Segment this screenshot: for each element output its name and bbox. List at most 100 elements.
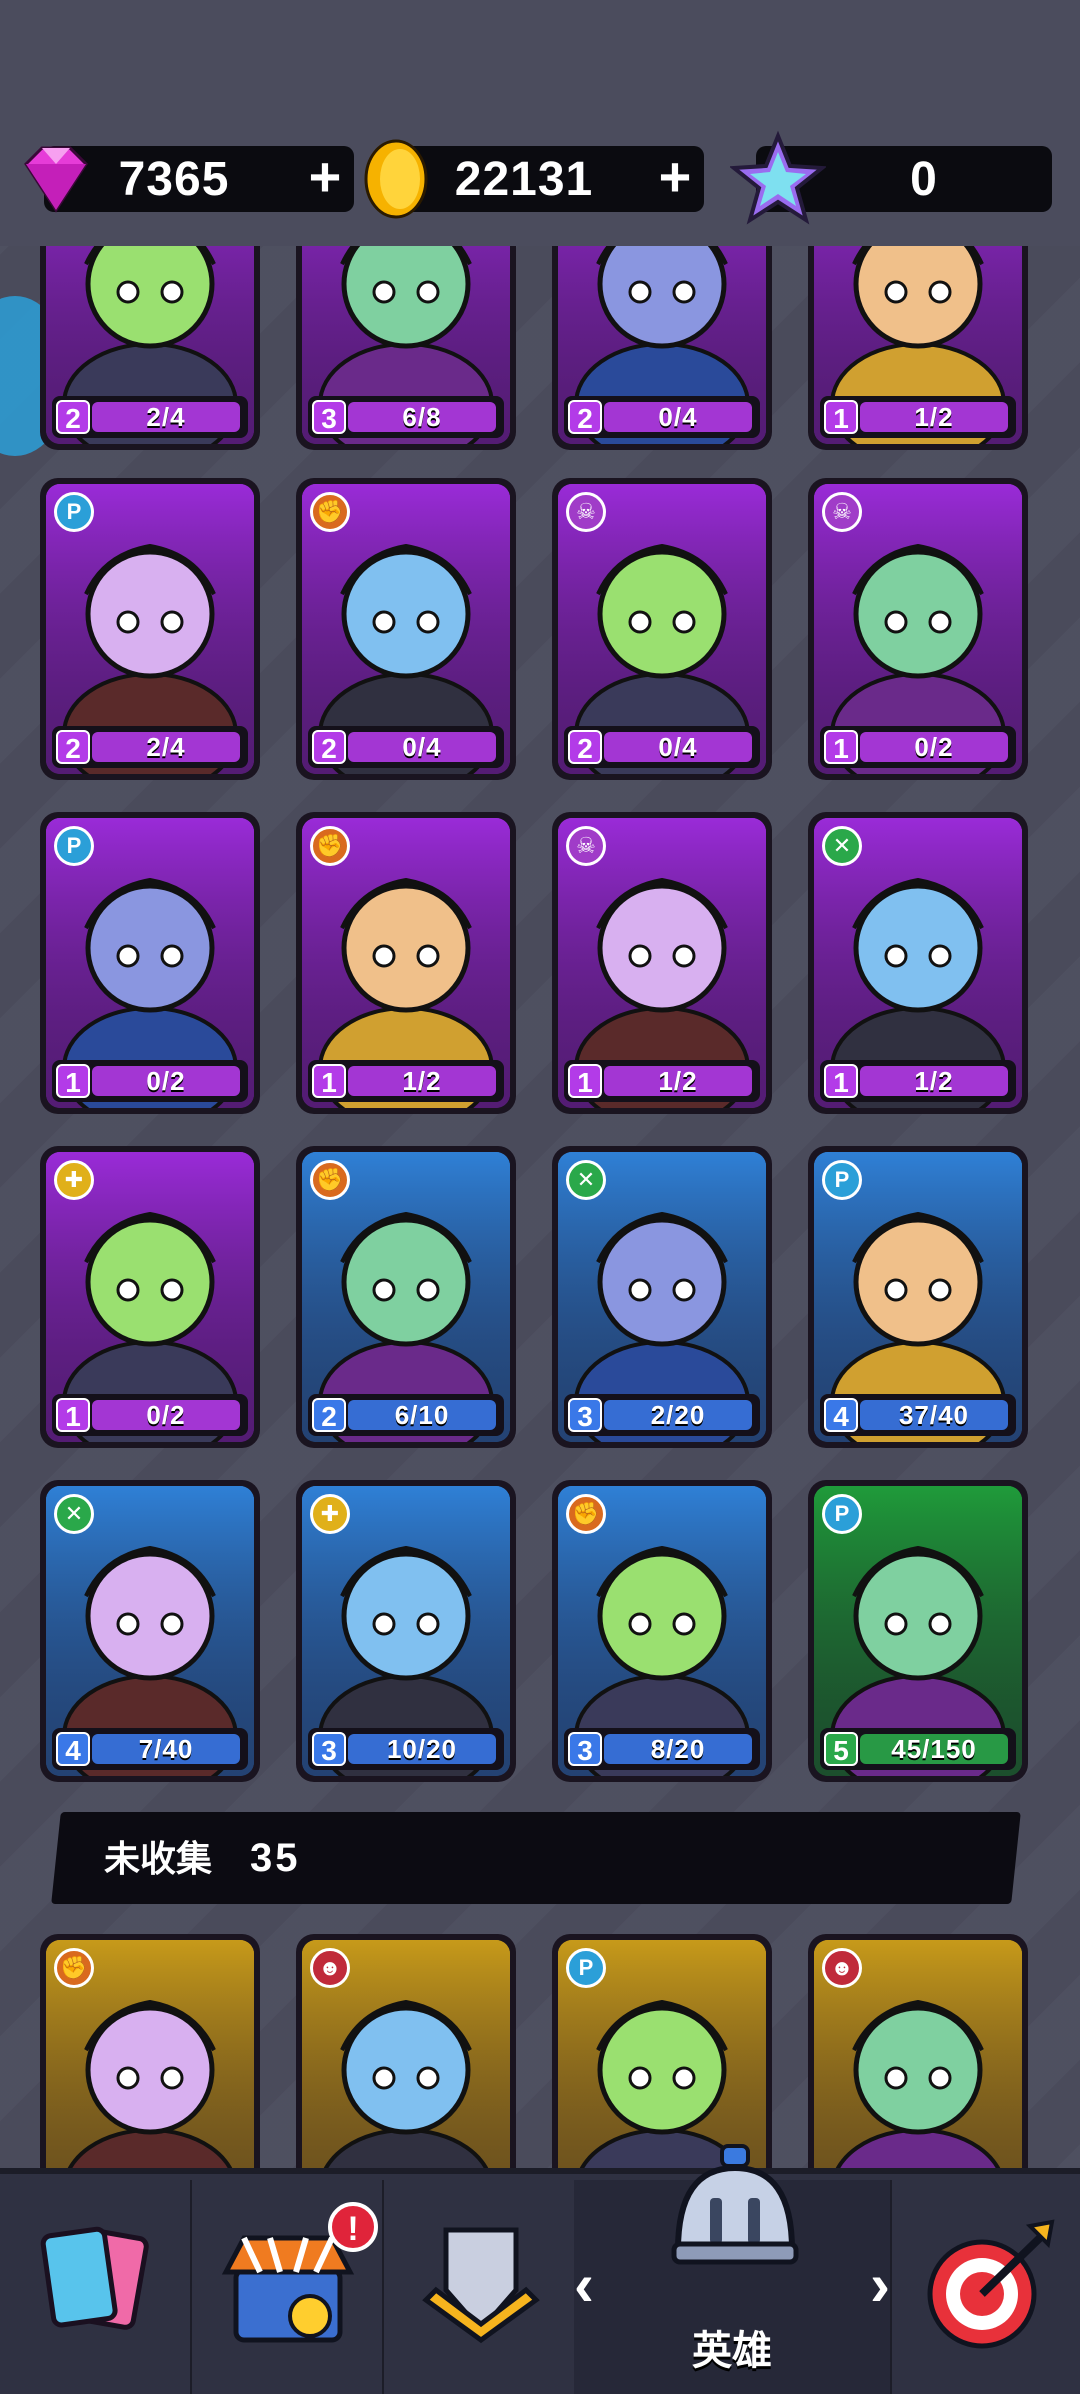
hero-class-icon: ✊ [310, 492, 350, 532]
hero-progress-bar: 1 1/2 [820, 396, 1016, 438]
nav-target[interactable] [890, 2180, 1080, 2394]
hero-progress-text: 1/2 [658, 1066, 698, 1096]
hero-card-frame: ✊ 3 8/20 [558, 1486, 766, 1776]
hero-class-icon: P [566, 1948, 606, 1988]
hero-progress-bar: 2 0/4 [564, 726, 760, 768]
hero-card[interactable]: ✕ 3 2/20 [552, 1146, 772, 1448]
nav-left-arrow[interactable]: ‹ [574, 2250, 594, 2319]
hero-card-frame: ☠ 2 0/4 [558, 484, 766, 774]
hero-level-badge: 3 [568, 1732, 602, 1766]
hero-card-frame: ☠ 1 1/2 [558, 818, 766, 1108]
hero-level-badge: 1 [56, 1064, 90, 1098]
hero-class-icon: ☠ [566, 826, 606, 866]
hero-level-badge: 5 [824, 1732, 858, 1766]
hero-class-icon: ✊ [54, 1948, 94, 1988]
currency-bar: 7365 + 22131 + 0 [0, 130, 1080, 250]
hero-card[interactable]: P 5 45/150 [808, 1480, 1028, 1782]
hero-level-badge: 3 [312, 400, 346, 434]
uncollected-count: 35 [250, 1836, 301, 1880]
hero-card[interactable]: ✊ 3 8/20 [552, 1480, 772, 1782]
hero-card-frame: P 2 2/4 [46, 484, 254, 774]
hero-card[interactable]: ✚ 1 0/2 [40, 1146, 260, 1448]
hero-card-frame: ✕ 4 7/40 [46, 1486, 254, 1776]
hero-progress-text: 2/4 [146, 732, 186, 762]
hero-class-icon: ✚ [310, 1494, 350, 1534]
hero-card-frame: P 1 0/2 [46, 818, 254, 1108]
hero-card[interactable]: P 2 2/4 [40, 478, 260, 780]
hero-class-icon: ✕ [566, 1160, 606, 1200]
hero-progress-text: 0/4 [658, 732, 698, 762]
hero-progress-text: 1/2 [402, 1066, 442, 1096]
hero-class-icon: P [54, 492, 94, 532]
coins-plus-button[interactable]: + [650, 146, 700, 212]
hero-progress-bar: 1 0/2 [52, 1060, 248, 1102]
hero-progress-bar: 2 0/4 [308, 726, 504, 768]
hero-progress-bar: 1 1/2 [820, 1060, 1016, 1102]
hero-level-badge: 1 [312, 1064, 346, 1098]
hero-progress-bar: 1 1/2 [564, 1060, 760, 1102]
hero-progress-text: 1/2 [914, 1066, 954, 1096]
hero-card[interactable]: P 4 37/40 [808, 1146, 1028, 1448]
hero-card[interactable]: ☠ 1 0/2 [808, 478, 1028, 780]
hero-progress-bar: 4 7/40 [52, 1728, 248, 1770]
hero-progress-bar: 2 0/4 [564, 396, 760, 438]
hero-level-badge: 2 [568, 400, 602, 434]
hero-progress-text: 2/20 [650, 1400, 706, 1430]
coin-icon [364, 139, 428, 219]
hero-card[interactable]: ✊ 1 1/2 [296, 812, 516, 1114]
hero-level-badge: 1 [824, 1064, 858, 1098]
hero-progress-text: 0/2 [914, 732, 954, 762]
hero-progress-text: 0/2 [146, 1066, 186, 1096]
hero-class-icon: P [822, 1494, 862, 1534]
hero-progress-bar: 3 6/8 [308, 396, 504, 438]
coins-value: 22131 [454, 152, 594, 206]
hero-class-icon: ✚ [54, 1160, 94, 1200]
hero-progress-text: 10/20 [386, 1734, 458, 1764]
hero-level-badge: 2 [568, 730, 602, 764]
nav-heroes-label: 英雄 [692, 2329, 772, 2373]
hero-card[interactable]: ✕ 4 7/40 [40, 1480, 260, 1782]
hero-card-frame: ☠ 1 0/2 [814, 484, 1022, 774]
nav-right-arrow[interactable]: › [870, 2250, 890, 2319]
gem-icon [24, 146, 88, 213]
hero-class-icon: ✕ [822, 826, 862, 866]
target-icon [927, 2219, 1055, 2349]
battle-icon [422, 2227, 540, 2344]
hero-progress-text: 45/150 [891, 1734, 977, 1764]
hero-class-icon: ✊ [310, 1160, 350, 1200]
hero-class-icon: ☠ [566, 492, 606, 532]
nav-battle[interactable] [382, 2180, 576, 2394]
hero-card[interactable]: P 1 0/2 [40, 812, 260, 1114]
uncollected-label: 未收集 [104, 1838, 213, 1879]
hero-card[interactable]: ☠ 2 0/4 [552, 478, 772, 780]
hero-card[interactable]: ✚ 3 10/20 [296, 1480, 516, 1782]
hero-card-frame: ✚ 3 10/20 [302, 1486, 510, 1776]
hero-class-icon: ☻ [822, 1948, 862, 1988]
hero-card-frame: ✕ 1 1/2 [814, 818, 1022, 1108]
hero-progress-bar: 5 45/150 [820, 1728, 1016, 1770]
nav-shop[interactable]: ! [190, 2180, 384, 2394]
hero-class-icon: ✊ [310, 826, 350, 866]
hero-card[interactable]: ✊ 2 0/4 [296, 478, 516, 780]
hero-progress-text: 0/2 [146, 1400, 186, 1430]
hero-progress-bar: 2 6/10 [308, 1394, 504, 1436]
hero-class-icon: ✊ [566, 1494, 606, 1534]
gems-plus-button[interactable]: + [300, 146, 350, 212]
hero-class-icon: ☻ [310, 1948, 350, 1988]
hero-level-badge: 1 [56, 1398, 90, 1432]
hero-progress-text: 2/4 [146, 402, 186, 432]
hero-progress-text: 6/10 [394, 1400, 450, 1430]
nav-cards[interactable] [0, 2180, 192, 2394]
hero-progress-text: 8/20 [650, 1734, 706, 1764]
uncollected-banner-text: 未收集 35 [104, 1812, 301, 1904]
hero-class-icon: ☠ [822, 492, 862, 532]
hero-card[interactable]: ✊ 2 6/10 [296, 1146, 516, 1448]
hero-progress-text: 1/2 [914, 402, 954, 432]
nav-heroes[interactable]: ‹ › 英雄 [574, 2144, 892, 2394]
hero-card[interactable]: ☠ 1 1/2 [552, 812, 772, 1114]
hero-progress-text: 37/40 [898, 1400, 970, 1430]
hero-progress-bar: 1 1/2 [308, 1060, 504, 1102]
shop-notification-badge: ! [328, 2202, 378, 2252]
hero-card-frame: ✚ 1 0/2 [46, 1152, 254, 1442]
hero-card[interactable]: ✕ 1 1/2 [808, 812, 1028, 1114]
